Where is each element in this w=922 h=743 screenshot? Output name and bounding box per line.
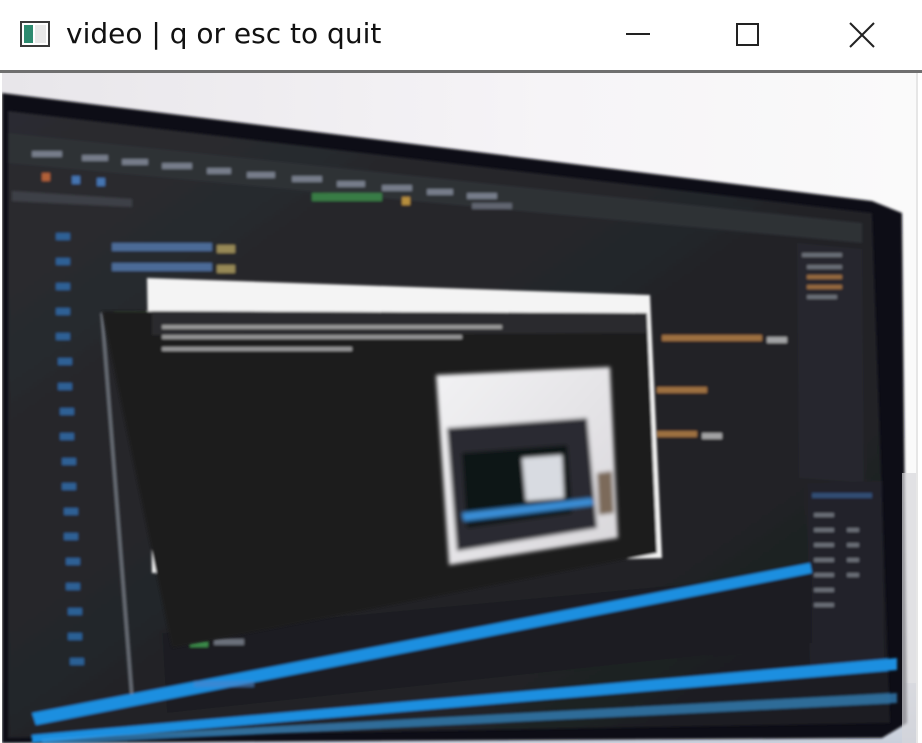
window-right-border (916, 73, 918, 743)
window-title: video | q or esc to quit (66, 17, 382, 50)
recursive-camera-view (436, 367, 618, 565)
video-frame (2, 73, 916, 743)
title-bar[interactable]: video | q or esc to quit (0, 0, 922, 70)
window-app-icon (20, 21, 50, 47)
video-window: video | q or esc to quit (0, 0, 922, 743)
minimize-button[interactable] (590, 0, 690, 70)
close-button[interactable] (810, 0, 910, 70)
maximize-button[interactable] (700, 0, 800, 70)
